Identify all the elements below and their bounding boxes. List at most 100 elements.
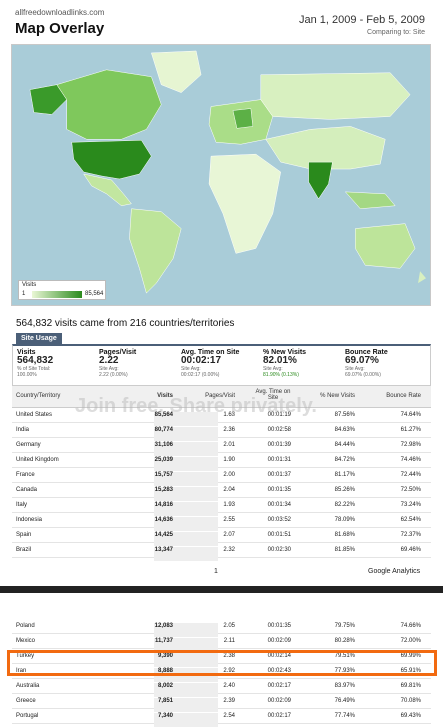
bounce-rate-cell: 72.50% <box>400 487 421 493</box>
visits-cell: 25,039 <box>154 457 173 463</box>
country-cell[interactable]: Brazil <box>16 547 31 553</box>
country-cell[interactable]: Poland <box>16 623 35 629</box>
country-cell[interactable]: Mexico <box>16 638 35 644</box>
country-cell[interactable]: Germany <box>16 442 41 448</box>
table-row[interactable]: Poland 12,083 2.05 00:01:35 79.75% 74.66% <box>12 619 431 637</box>
new-visits-cell: 84.63% <box>334 427 355 433</box>
pages-visit-cell: 1.90 <box>223 457 235 463</box>
bounce-rate-cell: 74.64% <box>400 412 421 418</box>
metric-pages-visit: Pages/Visit 2.22 Site Avg: 2.22 (0.00%) <box>99 349 136 378</box>
pages-visit-cell: 2.07 <box>223 532 235 538</box>
visits-cell: 15,757 <box>154 472 173 478</box>
footer-brand: Google Analytics <box>368 568 421 575</box>
avg-time-cell: 00:01:34 <box>267 502 291 508</box>
new-visits-cell: 81.68% <box>334 532 355 538</box>
avg-time-cell: 00:01:35 <box>267 487 291 493</box>
new-visits-cell: 84.44% <box>334 442 355 448</box>
country-cell[interactable]: France <box>16 472 35 478</box>
avg-time-cell: 00:01:37 <box>267 472 291 478</box>
table-row[interactable]: Germany 31,106 2.01 00:01:39 84.44% 72.98% <box>12 438 431 456</box>
visits-cell: 31,106 <box>154 442 173 448</box>
world-map-svg <box>12 45 430 305</box>
new-visits-cell: 78.09% <box>334 517 355 523</box>
page-divider <box>0 586 443 593</box>
metric-value: 564,832 <box>17 355 54 366</box>
pages-visit-cell: 2.39 <box>223 698 235 704</box>
bounce-rate-cell: 74.66% <box>400 623 421 629</box>
bounce-rate-cell: 69.46% <box>400 547 421 553</box>
table-row[interactable]: India 80,774 2.36 00:02:58 84.63% 61.27% <box>12 423 431 441</box>
table-row[interactable]: Canada 15,283 2.04 00:01:35 85.26% 72.50% <box>12 483 431 501</box>
country-cell[interactable]: India <box>16 427 29 433</box>
visits-summary: 564,832 visits came from 216 countries/t… <box>16 318 235 329</box>
metric-bounce-rate: Bounce Rate 69.07% Site Avg: 69.07% (0.0… <box>345 349 388 378</box>
visits-cell: 14,425 <box>154 532 173 538</box>
table-row[interactable]: Portugal 7,340 2.54 00:02:17 77.74% 69.43% <box>12 709 431 727</box>
pages-visit-cell: 2.40 <box>223 683 235 689</box>
pages-visit-cell: 2.55 <box>223 517 235 523</box>
metric-visits: Visits 564,832 % of Site Total: 100.00% <box>17 349 53 378</box>
pages-visit-cell: 1.93 <box>223 502 235 508</box>
date-range[interactable]: Jan 1, 2009 - Feb 5, 2009 <box>299 14 425 26</box>
bounce-rate-cell: 72.44% <box>400 472 421 478</box>
country-cell[interactable]: Australia <box>16 683 39 689</box>
metric-compare: 69.07% (0.00%) <box>345 372 381 378</box>
country-cell[interactable]: Canada <box>16 487 37 493</box>
page-number: 1 <box>214 568 218 575</box>
avg-time-cell: 00:02:30 <box>267 547 291 553</box>
avg-time-cell: 00:01:39 <box>267 442 291 448</box>
metric-compare: 81.90% (0.13%) <box>263 372 299 378</box>
metric-compare: 00:02:17 (0.00%) <box>181 372 220 378</box>
new-visits-cell: 85.26% <box>334 487 355 493</box>
visits-cell: 14,816 <box>154 502 173 508</box>
bounce-rate-cell: 61.27% <box>400 427 421 433</box>
col-bounce-rate[interactable]: Bounce Rate <box>386 393 421 399</box>
country-cell[interactable]: Italy <box>16 502 27 508</box>
table-row[interactable]: Indonesia 14,636 2.55 00:03:52 78.09% 62.54% <box>12 513 431 531</box>
metric-compare: 2.22 (0.00%) <box>99 372 128 378</box>
avg-time-cell: 00:01:51 <box>267 532 291 538</box>
country-cell[interactable]: Indonesia <box>16 517 42 523</box>
comparing-label: Comparing to: Site <box>367 29 425 36</box>
visits-cell: 8,002 <box>157 683 173 689</box>
avg-time-cell: 00:01:31 <box>267 457 291 463</box>
new-visits-cell: 81.17% <box>334 472 355 478</box>
country-cell[interactable]: Greece <box>16 698 36 704</box>
country-cell[interactable]: United States <box>16 412 52 418</box>
bounce-rate-cell: 69.81% <box>400 683 421 689</box>
table-row[interactable]: Italy 14,816 1.93 00:01:34 82.22% 73.24% <box>12 498 431 516</box>
world-map[interactable]: photobucket <box>11 44 431 306</box>
metric-value: 2.22 <box>99 355 119 366</box>
visits-cell: 15,283 <box>154 487 173 493</box>
bounce-rate-cell: 69.43% <box>400 713 421 719</box>
country-cell[interactable]: Portugal <box>16 713 38 719</box>
new-visits-cell: 80.28% <box>334 638 355 644</box>
col-country[interactable]: Country/Territory <box>16 393 60 399</box>
table-row[interactable]: Greece 7,851 2.39 00:02:09 76.49% 70.08% <box>12 694 431 712</box>
metric-value: 00:02:17 <box>181 355 222 366</box>
country-cell[interactable]: United Kingdom <box>16 457 59 463</box>
table-row[interactable]: Brazil 13,347 2.32 00:02:30 81.85% 69.46% <box>12 543 431 561</box>
table-row[interactable]: France 15,757 2.00 00:01:37 81.17% 72.44% <box>12 468 431 486</box>
legend-max: 85,564 <box>85 291 104 297</box>
legend-title: Visits <box>22 282 37 288</box>
metric-value: 69.07% <box>345 355 379 366</box>
pages-visit-cell: 2.36 <box>223 427 235 433</box>
new-visits-cell: 83.97% <box>334 683 355 689</box>
legend-min: 1 <box>22 291 26 297</box>
pages-visit-cell: 2.11 <box>223 638 235 644</box>
avg-time-cell: 00:02:17 <box>267 683 291 689</box>
table-row[interactable]: United Kingdom 25,039 1.90 00:01:31 84.72% 74… <box>12 453 431 471</box>
bounce-rate-cell: 72.98% <box>400 442 421 448</box>
avg-time-cell: 00:02:58 <box>267 427 291 433</box>
highlight-box <box>7 650 437 676</box>
avg-time-cell: 00:02:17 <box>267 713 291 719</box>
table-row[interactable]: Australia 8,002 2.40 00:02:17 83.97% 69.81% <box>12 679 431 697</box>
bounce-rate-cell: 70.08% <box>400 698 421 704</box>
new-visits-cell: 76.49% <box>334 698 355 704</box>
table-row[interactable]: Mexico 11,737 2.11 00:02:09 80.28% 72.00% <box>12 634 431 652</box>
col-new-visits[interactable]: % New Visits <box>320 393 355 399</box>
table-row[interactable]: Spain 14,425 2.07 00:01:51 81.68% 72.37% <box>12 528 431 546</box>
new-visits-cell: 82.22% <box>334 502 355 508</box>
country-cell[interactable]: Spain <box>16 532 31 538</box>
